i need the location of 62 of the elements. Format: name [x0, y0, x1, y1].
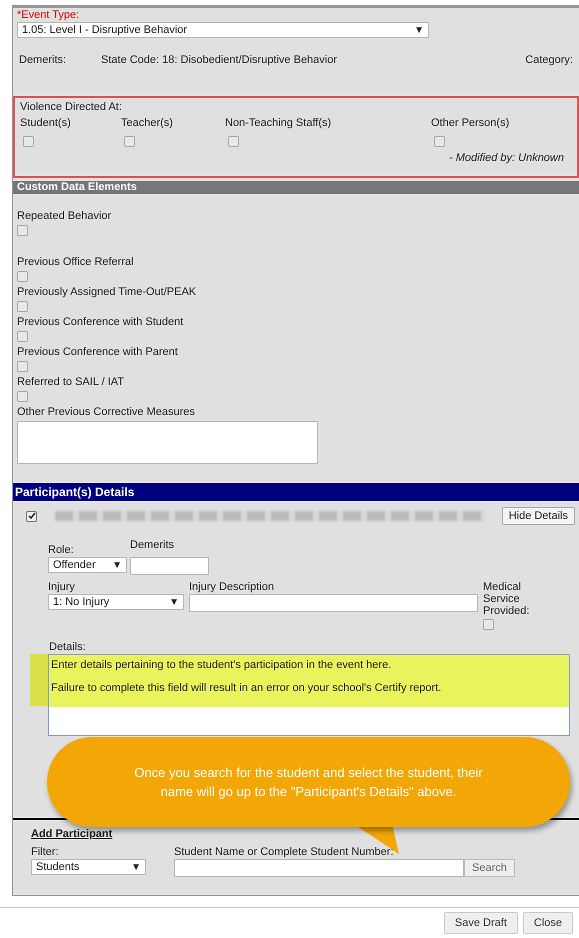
add-participant-link[interactable]: Add Participant [31, 828, 112, 841]
search-button[interactable]: Search [464, 859, 515, 877]
demerits-field[interactable] [130, 557, 209, 575]
checkbox[interactable] [23, 136, 34, 147]
category-label: Category: [525, 54, 573, 67]
violence-title: Violence Directed At: [20, 101, 123, 114]
checkbox[interactable] [26, 510, 37, 522]
event-type-label: *Event Type: [17, 9, 80, 22]
checkbox[interactable] [124, 136, 135, 147]
checkbox[interactable] [17, 271, 28, 282]
details-label: Details: [48, 641, 87, 654]
event-type-select[interactable]: 1.05: Level I - Disruptive Behavior ▼ [17, 22, 429, 38]
details-line: Failure to complete this field will result in an error on your school's Certify report. [51, 682, 442, 695]
dropdown-arrow-icon: ▼ [131, 860, 141, 874]
field-label: Other Previous Corrective Measures [17, 406, 196, 419]
footer-button[interactable]: Save Draft [444, 912, 518, 934]
checkbox[interactable] [483, 619, 494, 630]
field-label: Referred to SAIL / IAT [17, 376, 125, 389]
checkbox[interactable] [17, 331, 28, 342]
highlight-mark [30, 654, 48, 706]
details-text-area[interactable]: Enter details pertaining to the student's participation in the event here. Failure to complete this field will result in an error on your school's Certify report. [48, 654, 570, 736]
filter-select[interactable]: Students ▼ [31, 859, 146, 875]
field-label: Previous Conference with Student [17, 316, 184, 329]
footer-button[interactable]: Close [522, 912, 573, 934]
search-label: Student Name or Complete Student Number: [174, 846, 395, 859]
option-label: Non-Teaching Staff(s) [225, 117, 332, 130]
checkbox[interactable] [17, 391, 28, 402]
checkmark-icon [28, 512, 36, 520]
checkbox[interactable] [17, 225, 28, 236]
checkbox[interactable] [228, 136, 239, 147]
role-label: Role: [48, 543, 75, 557]
dropdown-arrow-icon: ▼ [414, 24, 424, 36]
checkbox[interactable] [17, 361, 28, 372]
checkbox[interactable] [17, 301, 28, 312]
injury-select[interactable]: 1: No Injury ▼ [48, 594, 184, 610]
student-search-field[interactable] [174, 859, 464, 877]
demerits-label: Demerits: [19, 54, 68, 67]
demerits-label: Demerits [130, 539, 176, 552]
state-code-text: State Code: 18: Disobedient/Disruptive Behavior [101, 54, 338, 67]
section-header: Participant(s) Details [13, 483, 579, 501]
checkbox[interactable] [434, 136, 445, 147]
filter-label: Filter: [31, 846, 60, 859]
hide-details-button[interactable]: Hide Details [502, 507, 575, 525]
option-label: Teacher(s) [121, 117, 174, 130]
text-area[interactable] [17, 421, 318, 464]
option-label: Student(s) [20, 117, 72, 130]
dropdown-arrow-icon: ▼ [112, 558, 122, 572]
field-label: Previous Conference with Parent [17, 346, 179, 359]
option-label: Other Person(s) [431, 117, 510, 130]
dropdown-arrow-icon: ▼ [169, 596, 179, 608]
callout-text: Once you search for the student and select the student, their name will go up to the "Participant's Details" above. [133, 764, 484, 801]
injury-label: Injury [48, 581, 76, 594]
field-label: Repeated Behavior [17, 210, 112, 223]
modified-by-text: - Modified by: Unknown [448, 152, 565, 165]
field-label: Previously Assigned Time-Out/PEAK [17, 286, 198, 299]
section-header: Custom Data Elements [13, 181, 579, 194]
injury-description-field[interactable] [189, 594, 478, 612]
details-line: Enter details pertaining to the student's participation in the event here. [51, 659, 392, 672]
role-select[interactable]: Offender ▼ [48, 557, 127, 573]
field-label: Previous Office Referral [17, 256, 135, 269]
medical-service-label: Medical Service Provided: [483, 581, 530, 617]
injury-description-label: Injury Description [189, 581, 275, 594]
